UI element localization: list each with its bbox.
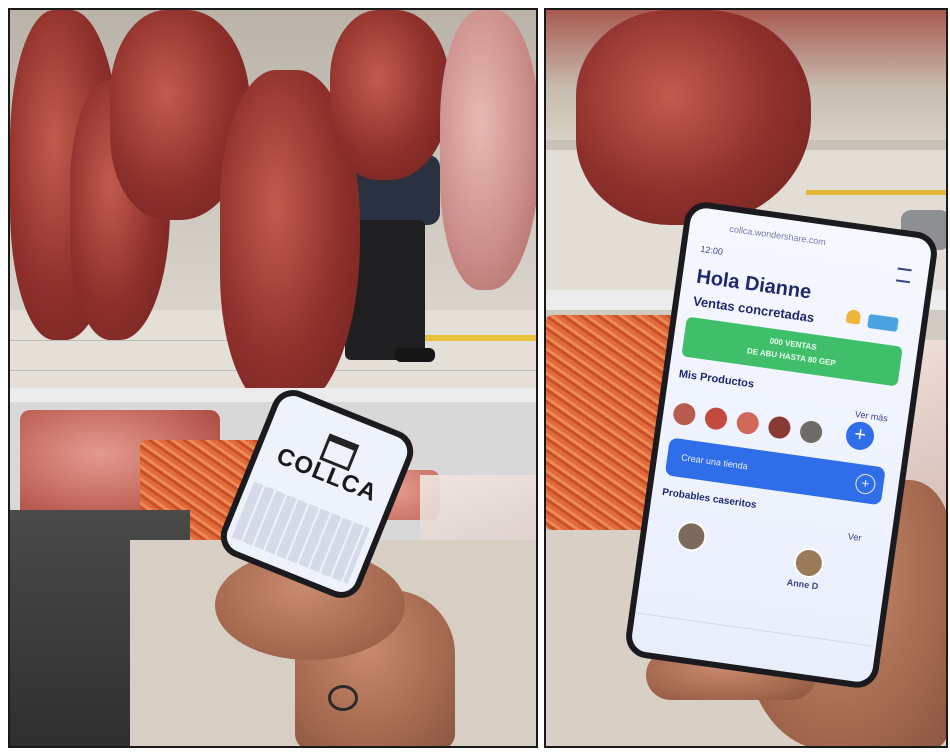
plus-icon: + (854, 472, 877, 496)
tattoo (328, 685, 358, 711)
customers-heading: Probables caseritos (661, 486, 758, 512)
hanging-meat (576, 10, 811, 225)
product-thumb[interactable] (798, 419, 824, 445)
yellow-floor-stripe (806, 190, 946, 195)
customer-avatar[interactable] (674, 519, 709, 554)
products-heading: Mis Productos (678, 368, 755, 391)
add-product-button[interactable]: + (844, 420, 876, 452)
menu-icon[interactable] (895, 267, 912, 284)
product-thumb[interactable] (735, 410, 761, 436)
status-time: 12:00 (699, 243, 724, 257)
product-thumb[interactable] (671, 401, 697, 427)
person-shoe (395, 348, 435, 362)
url-bar[interactable]: collca.wondershare.com (729, 224, 826, 247)
photo-left: COLLCA (8, 8, 538, 748)
hanging-meat (330, 10, 450, 180)
trophy-icon (845, 308, 862, 325)
photo-right: 12:00 collca.wondershare.com Hola Dianne… (544, 8, 948, 748)
customers-link[interactable]: Ver (847, 531, 862, 543)
product-thumb[interactable] (766, 415, 792, 440)
product-thumb[interactable] (703, 406, 729, 432)
truck-icon (867, 313, 899, 332)
customer-name: Anne D (786, 577, 819, 592)
hanging-meat (440, 10, 536, 290)
create-store-label: Crear una tienda (680, 452, 749, 472)
customer-avatar[interactable] (791, 546, 826, 580)
